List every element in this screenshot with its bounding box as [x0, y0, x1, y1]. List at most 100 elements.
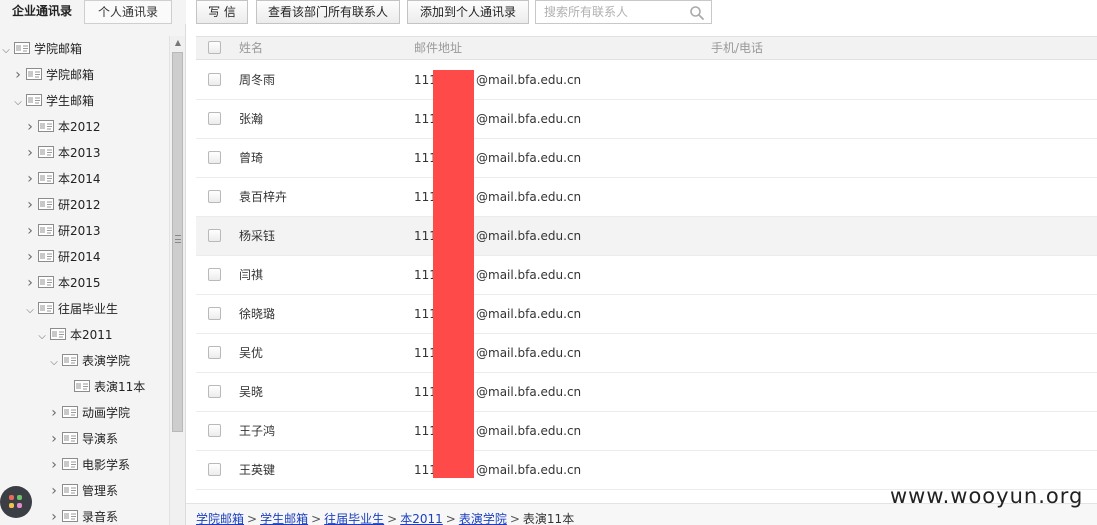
breadcrumb-link[interactable]: 本2011 [400, 512, 443, 525]
table-row[interactable]: 吴晓 111 @mail.bfa.edu.cn [196, 373, 1097, 412]
table-row[interactable]: 闫祺 111 @mail.bfa.edu.cn [196, 256, 1097, 295]
tab-personal-contacts[interactable]: 个人通讯录 [84, 0, 172, 24]
tree-node-label: 电影学系 [82, 458, 131, 472]
tree-node[interactable]: › 管理系 [48, 478, 118, 504]
chevron-right-icon[interactable]: › [24, 270, 36, 296]
row-checkbox[interactable] [208, 268, 221, 281]
tree-node[interactable]: › 研2012 [24, 192, 101, 218]
chevron-right-icon[interactable]: › [24, 114, 36, 140]
row-checkbox[interactable] [208, 463, 221, 476]
scroll-up-arrow-icon[interactable]: ▲ [170, 36, 186, 50]
tree-node[interactable]: › 电影学系 [48, 452, 130, 478]
contact-card-icon [38, 302, 54, 314]
contact-card-icon [26, 94, 42, 106]
tree-node[interactable]: ⌵ 表演学院 [48, 348, 130, 374]
chevron-right-icon[interactable]: › [24, 218, 36, 244]
breadcrumb-link[interactable]: 学生邮箱 [260, 512, 308, 525]
tree-node[interactable]: › 研2014 [24, 244, 100, 270]
watermark-text: www.wooyun.org [890, 484, 1084, 508]
chevron-right-icon[interactable]: › [24, 140, 36, 166]
tree-node[interactable]: › 本2014 [24, 166, 101, 192]
contact-card-icon [62, 406, 78, 418]
tab-enterprise-contacts[interactable]: 企业通讯录 [0, 0, 84, 24]
row-checkbox[interactable] [208, 229, 221, 242]
tree-node[interactable]: 表演11本 [60, 374, 145, 400]
row-checkbox[interactable] [208, 151, 221, 164]
tree-node-label: 本2014 [58, 172, 101, 186]
chevron-right-icon[interactable]: › [48, 400, 60, 426]
search-icon[interactable] [689, 5, 705, 21]
chevron-down-icon[interactable]: ⌵ [24, 298, 36, 324]
chevron-right-icon[interactable]: › [48, 426, 60, 452]
tree-node[interactable]: › 动画学院 [48, 400, 130, 426]
row-checkbox[interactable] [208, 385, 221, 398]
chevron-right-icon[interactable]: › [12, 62, 24, 88]
table-row[interactable]: 王子鸿 111 @mail.bfa.edu.cn [196, 412, 1097, 451]
scrollbar-thumb[interactable] [172, 52, 183, 432]
contact-card-icon [62, 484, 78, 496]
view-department-contacts-button[interactable]: 查看该部门所有联系人 [256, 0, 400, 24]
sidebar-scrollbar[interactable]: ▲ [169, 36, 185, 525]
email-domain: @mail.bfa.edu.cn [476, 229, 582, 243]
table-row[interactable]: 曾琦 111 @mail.bfa.edu.cn [196, 139, 1097, 178]
app-launcher-icon[interactable] [0, 486, 32, 518]
contact-card-icon [38, 172, 54, 184]
chevron-down-icon[interactable]: ⌵ [0, 38, 12, 64]
contact-name: 张瀚 [239, 112, 264, 126]
table-row[interactable]: 吴优 111 @mail.bfa.edu.cn [196, 334, 1097, 373]
breadcrumb-separator: > [445, 512, 456, 525]
tree-node[interactable]: › 研2013 [24, 218, 100, 244]
chevron-right-icon[interactable]: › [24, 192, 36, 218]
table-row[interactable]: 张瀚 111 @mail.bfa.edu.cn [196, 100, 1097, 139]
tree-node[interactable]: ⌵ 本2011 [36, 322, 113, 348]
tree-node[interactable]: › 本2015 [24, 270, 100, 296]
tree-node[interactable]: ⌵ 学院邮箱 [0, 36, 82, 62]
chevron-right-icon[interactable]: › [48, 478, 60, 504]
tree-node[interactable]: › 录音系 [48, 504, 118, 525]
table-row[interactable]: 袁百梓卉 111 @mail.bfa.edu.cn [196, 178, 1097, 217]
column-header-email: 邮件地址 [414, 41, 463, 55]
chevron-down-icon[interactable]: ⌵ [36, 324, 48, 350]
breadcrumb-link[interactable]: 表演学院 [459, 512, 507, 525]
tree-node[interactable]: ⌵ 往届毕业生 [24, 296, 118, 322]
tree-node[interactable]: › 本2012 [24, 114, 100, 140]
table-row[interactable]: 杨采钰 111 @mail.bfa.edu.cn [196, 217, 1097, 256]
email-domain: @mail.bfa.edu.cn [476, 112, 582, 126]
row-checkbox[interactable] [208, 112, 221, 125]
tree-node-label: 学生邮箱 [46, 94, 95, 108]
row-checkbox[interactable] [208, 73, 221, 86]
row-checkbox[interactable] [208, 346, 221, 359]
breadcrumb-link[interactable]: 学院邮箱 [196, 512, 244, 525]
contact-card-icon [62, 432, 78, 444]
table-row[interactable]: 周冬雨 111 @mail.bfa.edu.cn [196, 61, 1097, 100]
table-row[interactable]: 徐晓璐 111 @mail.bfa.edu.cn [196, 295, 1097, 334]
search-box [535, 0, 712, 24]
chevron-right-icon[interactable]: › [24, 166, 36, 192]
add-to-personal-contacts-button[interactable]: 添加到个人通讯录 [407, 0, 529, 24]
contact-card-icon [62, 510, 78, 522]
select-all-checkbox[interactable] [208, 41, 221, 54]
contact-card-icon [38, 120, 54, 132]
row-checkbox[interactable] [208, 307, 221, 320]
tree-node[interactable]: › 本2013 [24, 140, 100, 166]
write-mail-button[interactable]: 写 信 [196, 0, 248, 24]
row-checkbox[interactable] [208, 190, 221, 203]
breadcrumb-separator: > [387, 512, 398, 525]
search-input[interactable] [536, 1, 686, 23]
chevron-down-icon[interactable]: ⌵ [12, 90, 24, 116]
chevron-right-icon[interactable]: › [48, 452, 60, 478]
tree-node-label: 研2012 [58, 198, 101, 212]
chevron-down-icon[interactable]: ⌵ [48, 350, 60, 376]
chevron-right-icon[interactable]: › [48, 504, 60, 525]
breadcrumb-link[interactable]: 往届毕业生 [324, 512, 384, 525]
column-header-phone: 手机/电话 [711, 41, 764, 55]
table-header: 姓名 邮件地址 手机/电话 [196, 36, 1097, 60]
tree-node[interactable]: › 学院邮箱 [12, 62, 94, 88]
chevron-right-icon[interactable]: › [24, 244, 36, 270]
tree-node[interactable]: ⌵ 学生邮箱 [12, 88, 94, 114]
contact-card-icon [26, 68, 42, 80]
tree-node[interactable]: › 导演系 [48, 426, 118, 452]
tree-node-label: 录音系 [82, 510, 119, 524]
email-domain: @mail.bfa.edu.cn [476, 307, 582, 321]
row-checkbox[interactable] [208, 424, 221, 437]
